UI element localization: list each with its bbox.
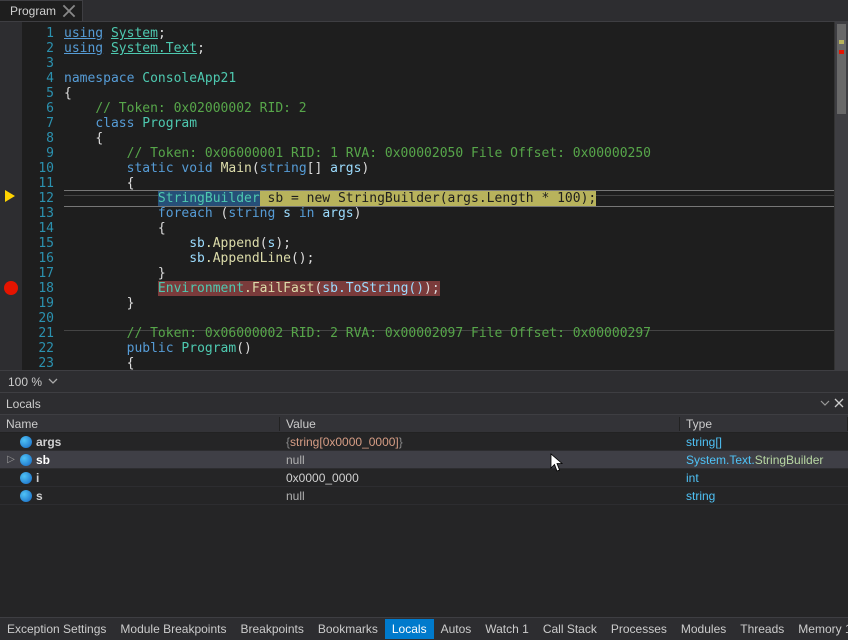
var-name: args [36, 435, 61, 449]
chevron-down-icon[interactable] [48, 375, 58, 389]
var-type: int [680, 471, 848, 485]
bottom-tab-processes[interactable]: Processes [604, 619, 674, 639]
breakpoint-marker[interactable] [4, 281, 18, 295]
tab-program[interactable]: Program [0, 0, 83, 21]
scroll-marker-current [839, 40, 844, 44]
bottom-tab-call-stack[interactable]: Call Stack [536, 619, 604, 639]
bottom-tab-breakpoints[interactable]: Breakpoints [233, 619, 310, 639]
scroll-thumb[interactable] [837, 24, 846, 114]
locals-row[interactable]: i 0x0000_0000int [0, 469, 848, 487]
locals-title: Locals [6, 397, 41, 411]
tab-label: Program [10, 4, 56, 18]
var-name: s [36, 489, 43, 503]
code-editor[interactable]: 1234567891011121314151617181920212223 us… [0, 22, 848, 370]
variable-icon [20, 472, 32, 484]
bottom-tab-autos[interactable]: Autos [434, 619, 479, 639]
scroll-marker-bp [839, 50, 844, 54]
var-name: i [36, 471, 39, 485]
expander-icon[interactable]: ▷ [6, 454, 16, 465]
var-name: sb [36, 453, 50, 467]
bottom-tab-module-breakpoints[interactable]: Module Breakpoints [113, 619, 233, 639]
col-header-name[interactable]: Name [0, 417, 280, 431]
bottom-tab-watch-1[interactable]: Watch 1 [478, 619, 536, 639]
line-number-gutter: 1234567891011121314151617181920212223 [22, 22, 64, 370]
current-line-marker [5, 190, 15, 202]
bottom-tab-locals[interactable]: Locals [385, 619, 434, 639]
locals-header-row: Name Value Type [0, 415, 848, 433]
var-type: string [680, 489, 848, 503]
editor-scrollbar[interactable] [834, 22, 848, 370]
close-icon[interactable] [62, 4, 76, 18]
var-value[interactable]: null [280, 453, 680, 467]
variable-icon [20, 490, 32, 502]
col-header-value[interactable]: Value [280, 417, 680, 431]
zoom-bar: 100 % [0, 370, 848, 392]
zoom-pct: 100 % [4, 375, 46, 389]
bottom-tab-modules[interactable]: Modules [674, 619, 733, 639]
locals-row[interactable]: ▷ sb nullSystem.Text.StringBuilder [0, 451, 848, 469]
locals-titlebar: Locals [0, 393, 848, 415]
variable-icon [20, 454, 32, 466]
var-value[interactable]: {string[0x0000_0000]} [280, 435, 680, 449]
chevron-down-icon[interactable] [820, 397, 830, 411]
margin-markers[interactable] [0, 22, 22, 370]
locals-row[interactable]: s nullstring [0, 487, 848, 505]
locals-grid[interactable]: Name Value Type args {string[0x0000_0000]… [0, 415, 848, 617]
col-header-type[interactable]: Type [680, 417, 848, 431]
variable-icon [20, 436, 32, 448]
bottom-tab-memory-1[interactable]: Memory 1 [791, 619, 848, 639]
var-type: System.Text.StringBuilder [680, 453, 848, 467]
locals-row[interactable]: args {string[0x0000_0000]}string[] [0, 433, 848, 451]
bottom-tabstrip: Exception SettingsModule BreakpointsBrea… [0, 617, 848, 640]
close-icon[interactable] [834, 397, 844, 411]
editor-tabstrip: Program [0, 0, 848, 22]
var-value[interactable]: null [280, 489, 680, 503]
var-type: string[] [680, 435, 848, 449]
code-area[interactable]: using System;using System.Text; namespac… [64, 22, 834, 370]
bottom-tab-bookmarks[interactable]: Bookmarks [311, 619, 385, 639]
bottom-tab-exception-settings[interactable]: Exception Settings [0, 619, 113, 639]
var-value[interactable]: 0x0000_0000 [280, 471, 680, 485]
bottom-tab-threads[interactable]: Threads [733, 619, 791, 639]
locals-panel: Locals Name Value Type args {string[0x000… [0, 392, 848, 617]
